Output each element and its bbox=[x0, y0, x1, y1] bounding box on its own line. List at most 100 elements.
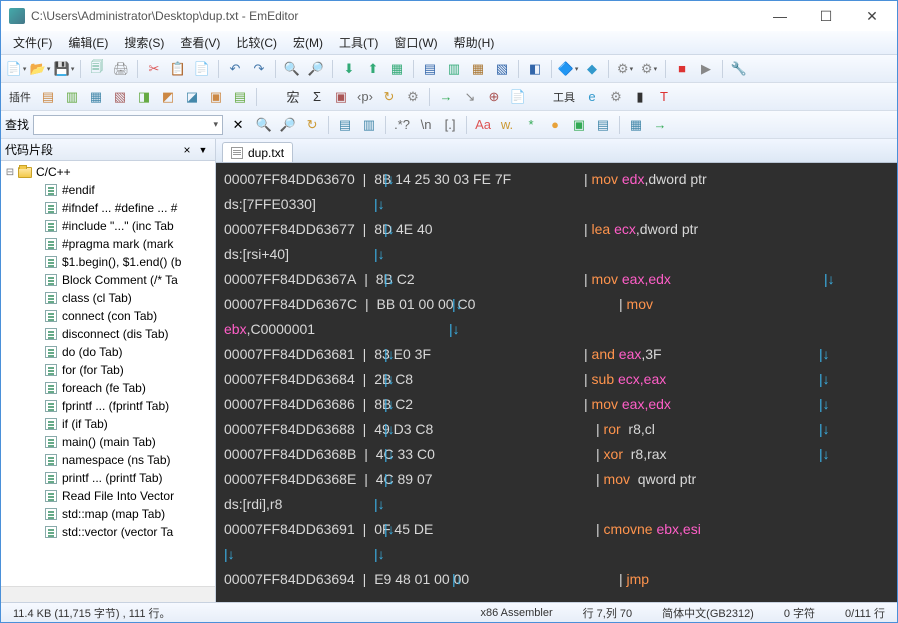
plugin6[interactable]: ◩ bbox=[157, 86, 179, 108]
macro2-button[interactable]: ◆ bbox=[581, 58, 603, 80]
code-line-wrap[interactable]: ds:[7FFE0330]|↓ bbox=[224, 192, 316, 217]
stop-button[interactable]: ■ bbox=[671, 58, 693, 80]
plugin1[interactable]: ▤ bbox=[37, 86, 59, 108]
view1-button[interactable]: ▤ bbox=[419, 58, 441, 80]
snippet-item[interactable]: Block Comment (/* Ta bbox=[1, 271, 215, 289]
snippet-item[interactable]: disconnect (dis Tab) bbox=[1, 325, 215, 343]
code-line-wrap[interactable]: ds:[rsi+40]|↓ bbox=[224, 242, 289, 267]
snippet-item[interactable]: std::vector (vector Ta bbox=[1, 523, 215, 541]
find-close-icon[interactable]: ✕ bbox=[227, 114, 249, 136]
snippet-item[interactable]: connect (con Tab) bbox=[1, 307, 215, 325]
term-button[interactable]: ▮ bbox=[629, 86, 651, 108]
split-button[interactable]: ◧ bbox=[524, 58, 546, 80]
case-btn[interactable]: Aa bbox=[472, 114, 494, 136]
code-line[interactable]: 00007FF84DD63677 | 8D 4E 40|↓| lea ecx,d… bbox=[224, 217, 889, 242]
snippet-item[interactable]: #pragma mark (mark bbox=[1, 235, 215, 253]
menu-item[interactable]: 查看(V) bbox=[172, 31, 228, 54]
bookmark-button[interactable]: ⬇ bbox=[338, 58, 360, 80]
rec-button[interactable]: ▣ bbox=[330, 86, 352, 108]
code-line[interactable]: 00007FF84DD63686 | 8B C2|↓| mov eax,edx|… bbox=[224, 392, 889, 417]
snippet-item[interactable]: foreach (fe Tab) bbox=[1, 379, 215, 397]
go-button[interactable]: → bbox=[435, 86, 457, 108]
sel1[interactable]: ▤ bbox=[334, 114, 356, 136]
snippet-item[interactable]: #endif bbox=[1, 181, 215, 199]
reload-button[interactable]: ↻ bbox=[378, 86, 400, 108]
opt2[interactable]: ▣ bbox=[568, 114, 590, 136]
charclass-btn[interactable]: [.] bbox=[439, 114, 461, 136]
close-button[interactable]: ✕ bbox=[849, 1, 895, 31]
snippet-item[interactable]: if (if Tab) bbox=[1, 415, 215, 433]
opt3[interactable]: ▤ bbox=[592, 114, 614, 136]
code-line-wrap[interactable]: ebx,C0000001|↓ bbox=[224, 317, 315, 342]
plugin2[interactable]: ▥ bbox=[61, 86, 83, 108]
regex-btn[interactable]: .*? bbox=[391, 114, 413, 136]
macro-label-btn[interactable]: 宏 bbox=[282, 86, 304, 108]
snippet-item[interactable]: #ifndef ... #define ... # bbox=[1, 199, 215, 217]
snippet-item[interactable]: do (do Tab) bbox=[1, 343, 215, 361]
search-btn[interactable]: 🔍 bbox=[253, 114, 275, 136]
tool-gear[interactable]: ⚙ bbox=[605, 86, 627, 108]
gear-button[interactable]: ⚙ bbox=[402, 86, 424, 108]
find-input[interactable] bbox=[38, 118, 213, 132]
go-search[interactable]: → bbox=[649, 114, 671, 136]
plugin9[interactable]: ▤ bbox=[229, 86, 251, 108]
add-button[interactable]: ⊕ bbox=[483, 86, 505, 108]
menu-item[interactable]: 搜索(S) bbox=[116, 31, 172, 54]
config-button[interactable]: ⚙▾ bbox=[638, 58, 660, 80]
snippet-item[interactable]: #include "..." (inc Tab bbox=[1, 217, 215, 235]
editor-content[interactable]: 00007FF84DD63670 | 8B 14 25 30 03 FE 7F|… bbox=[216, 163, 897, 602]
snippets-dropdown-icon[interactable]: ▼ bbox=[195, 145, 211, 155]
menu-item[interactable]: 宏(M) bbox=[285, 31, 331, 54]
doc-button[interactable]: 📄 bbox=[507, 86, 529, 108]
find-button[interactable]: 🔍 bbox=[281, 58, 303, 80]
snippet-item[interactable]: namespace (ns Tab) bbox=[1, 451, 215, 469]
document-tab[interactable]: dup.txt bbox=[222, 142, 293, 162]
copy-button[interactable]: 📋 bbox=[167, 58, 189, 80]
code-line[interactable]: 00007FF84DD6368B | 4C 33 C0|↓| xor r8,ra… bbox=[224, 442, 889, 467]
find-combo[interactable]: ▾ bbox=[33, 115, 223, 135]
redo-button[interactable]: ↷ bbox=[248, 58, 270, 80]
code-line[interactable]: 00007FF84DD63688 | 49 D3 C8|↓| ror r8,cl… bbox=[224, 417, 889, 442]
code-line[interactable]: 00007FF84DD6367C | BB 01 00 00 C0|↓| mov bbox=[224, 292, 889, 317]
menu-item[interactable]: 工具(T) bbox=[331, 31, 386, 54]
view3-button[interactable]: ▦ bbox=[467, 58, 489, 80]
menu-item[interactable]: 文件(F) bbox=[5, 31, 60, 54]
snippet-item[interactable]: class (cl Tab) bbox=[1, 289, 215, 307]
snippet-item[interactable]: std::map (map Tab) bbox=[1, 505, 215, 523]
plugin5[interactable]: ◨ bbox=[133, 86, 155, 108]
sigma-button[interactable]: Σ bbox=[306, 86, 328, 108]
code-line[interactable]: 00007FF84DD6368E | 4C 89 07|↓| mov qword… bbox=[224, 467, 889, 492]
run-button[interactable]: ▶ bbox=[695, 58, 717, 80]
plugin4[interactable]: ▧ bbox=[109, 86, 131, 108]
snippets-tree[interactable]: ⊟C/C++#endif#ifndef ... #define ... ##in… bbox=[1, 161, 215, 586]
save-button[interactable]: 💾▾ bbox=[53, 58, 75, 80]
find-next-button[interactable]: 🔎 bbox=[305, 58, 327, 80]
menu-item[interactable]: 编辑(E) bbox=[60, 31, 116, 54]
cut-button[interactable]: ✂ bbox=[143, 58, 165, 80]
newline-btn[interactable]: \n bbox=[415, 114, 437, 136]
code-line[interactable]: 00007FF84DD63691 | 0F 45 DE|↓| cmovne eb… bbox=[224, 517, 889, 542]
p-button[interactable]: ‹p› bbox=[354, 86, 376, 108]
view4-button[interactable]: ▧ bbox=[491, 58, 513, 80]
search-next[interactable]: 🔎 bbox=[277, 114, 299, 136]
tree-root[interactable]: ⊟C/C++ bbox=[1, 163, 215, 181]
menu-item[interactable]: 比较(C) bbox=[228, 31, 285, 54]
open-button[interactable]: 📂▾ bbox=[29, 58, 51, 80]
grid-btn[interactable]: ▦ bbox=[625, 114, 647, 136]
paste-button[interactable]: 📄 bbox=[191, 58, 213, 80]
snippet-item[interactable]: printf ... (printf Tab) bbox=[1, 469, 215, 487]
word-btn[interactable]: w. bbox=[496, 114, 518, 136]
menu-item[interactable]: 帮助(H) bbox=[446, 31, 503, 54]
code-line[interactable]: 00007FF84DD6367A | 8B C2|↓| mov eax,edx|… bbox=[224, 267, 889, 292]
tools-button[interactable]: ⚙▾ bbox=[614, 58, 636, 80]
t-button[interactable]: T bbox=[653, 86, 675, 108]
plugin3[interactable]: ▦ bbox=[85, 86, 107, 108]
search-refresh[interactable]: ↻ bbox=[301, 114, 323, 136]
code-line-wrap[interactable]: |↓|↓ bbox=[224, 542, 235, 567]
snippet-item[interactable]: Read File Into Vector bbox=[1, 487, 215, 505]
snippet-item[interactable]: fprintf ... (fprintf Tab) bbox=[1, 397, 215, 415]
plugin8[interactable]: ▣ bbox=[205, 86, 227, 108]
new-button[interactable]: 📄▾ bbox=[5, 58, 27, 80]
wildcard-btn[interactable]: * bbox=[520, 114, 542, 136]
ie-button[interactable]: e bbox=[581, 86, 603, 108]
